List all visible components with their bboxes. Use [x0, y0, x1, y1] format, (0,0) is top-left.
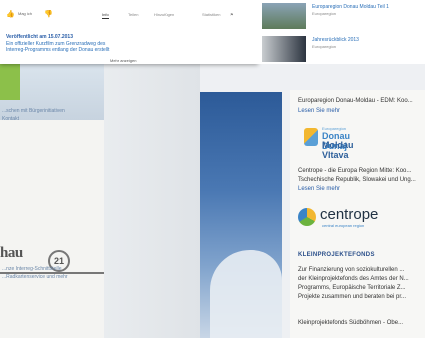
tab-add[interactable]: Hinzufügen — [154, 12, 174, 17]
caption-line: ...nze Interreg-Schnittstelle — [2, 266, 62, 272]
related-videos: Europaregion Donau Moldau Teil 1 Europar… — [258, 0, 425, 64]
flag-icon[interactable]: ⚑ — [230, 12, 234, 17]
body-text: Kleinprojektefonds Südböhmen - Obe... — [298, 320, 404, 326]
logo-line2: Moldau Vltava — [322, 140, 354, 160]
description-line: Interreg-Programms entlang der Donau ers… — [6, 47, 110, 53]
middle-panel — [104, 60, 200, 338]
donau-moldau-logo[interactable]: Europaregion Donau Dunaj Moldau Vltava — [304, 126, 376, 160]
read-more-link[interactable]: Lesen Sie mehr — [298, 108, 340, 114]
body-text: der Kleinprojektefonds des Amtes der N..… — [298, 276, 409, 282]
show-more-button[interactable]: Mehr anzeigen — [110, 58, 136, 63]
video-thumbnail[interactable] — [262, 36, 306, 62]
tab-info[interactable]: Info — [102, 12, 109, 19]
centrope-sub: central european region — [322, 223, 365, 228]
green-banner — [0, 60, 20, 100]
body-text: Projekte zusammen und beraten bei pr... — [298, 294, 407, 300]
thumbs-up-icon[interactable]: 👍 — [6, 10, 15, 18]
side-link[interactable]: ...schen mit Bürgerinitiativen — [2, 108, 65, 114]
publish-date: Veröffentlicht am 15.07.2013 — [6, 34, 73, 40]
centrope-swirl-icon — [298, 208, 316, 226]
donau21-logo[interactable]: hau — [0, 245, 23, 262]
side-link-contact[interactable]: Kontakt — [2, 116, 19, 122]
cloud-image — [210, 250, 282, 338]
body-text: Programms, Europäische Territoriale Z... — [298, 285, 406, 291]
video-title[interactable]: Europaregion Donau Moldau Teil 1 — [312, 4, 389, 10]
centrope-text: Centrope - die Europa Region Mitte: Koo.… — [298, 168, 412, 174]
centrope-word: centrope — [320, 206, 379, 223]
section-heading: KLEINPROJEKTEFONDS — [298, 252, 375, 258]
video-info-card: 👍 Mag ich 👎 Info Teilen Hinzufügen Stati… — [0, 0, 258, 64]
video-channel: Europaregion — [312, 11, 337, 16]
body-text: Zur Finanzierung von soziokulturellen ..… — [298, 267, 405, 273]
thumbs-down-icon[interactable]: 👎 — [44, 10, 53, 18]
tab-bar: Info Teilen Hinzufügen Statistiken ⚑ — [92, 12, 252, 22]
video-channel: Europaregion — [312, 44, 337, 49]
video-thumbnail[interactable] — [262, 3, 306, 29]
edm-link[interactable]: Europaregion Donau-Moldau - EDM: Koo... — [298, 98, 413, 104]
right-column: Europaregion Donau-Moldau - EDM: Koo... … — [290, 90, 425, 338]
tab-share[interactable]: Teilen — [128, 12, 138, 17]
left-column: ...schen mit Bürgerinitiativen Kontakt h… — [0, 60, 104, 338]
video-title[interactable]: Jahresrückblick 2013 — [312, 37, 359, 43]
edm-logo-mark — [304, 128, 318, 146]
like-label[interactable]: Mag ich — [18, 11, 32, 16]
read-more-link[interactable]: Lesen Sie mehr — [298, 186, 340, 192]
centrope-text: Tschechische Republik, Slowakei und Ung.… — [298, 177, 416, 183]
caption-line: ...Radkartenservice und mehr — [2, 274, 68, 280]
tab-stats[interactable]: Statistiken — [202, 12, 220, 17]
